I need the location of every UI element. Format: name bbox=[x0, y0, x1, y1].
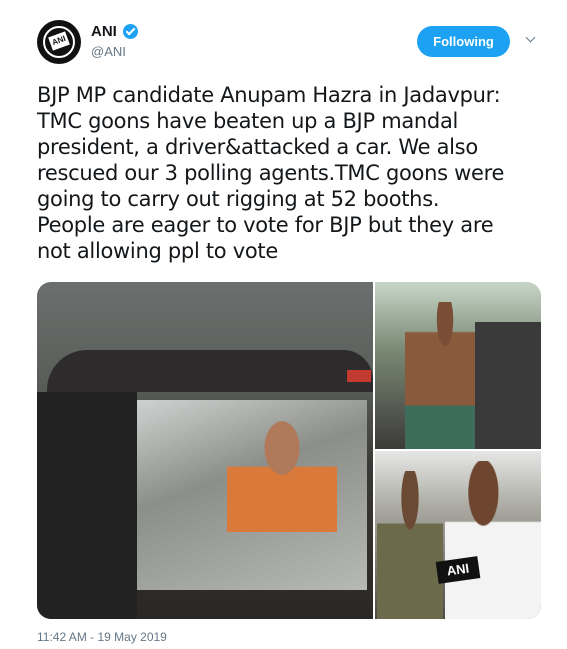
tweet-timestamp[interactable]: 11:42 AM - 19 May 2019 bbox=[37, 630, 167, 644]
tweet-text: BJP MP candidate Anupam Hazra in Jadavpu… bbox=[37, 83, 505, 263]
following-button[interactable]: Following bbox=[417, 26, 510, 57]
account-handle[interactable]: @ANI bbox=[91, 44, 126, 59]
person-in-car bbox=[227, 412, 337, 532]
tweet-header: ANI ANI @ANI Following bbox=[0, 0, 567, 80]
chevron-down-icon[interactable] bbox=[525, 35, 537, 45]
car-side bbox=[475, 322, 541, 449]
tweet-photo-injured-man[interactable] bbox=[375, 282, 541, 449]
car-taillight bbox=[347, 370, 371, 382]
car-door bbox=[37, 392, 137, 619]
interviewee bbox=[445, 461, 541, 619]
security-guard bbox=[377, 471, 443, 619]
account-name[interactable]: ANI bbox=[91, 23, 117, 40]
car-roof bbox=[47, 350, 373, 392]
verified-badge-icon bbox=[123, 24, 138, 39]
avatar[interactable]: ANI bbox=[37, 20, 81, 64]
tweet-media-grid: ANI bbox=[37, 282, 541, 619]
tweet-photo-damaged-car[interactable] bbox=[37, 282, 373, 619]
injured-man bbox=[405, 302, 485, 449]
tweet-photo-interview[interactable]: ANI bbox=[375, 451, 541, 619]
